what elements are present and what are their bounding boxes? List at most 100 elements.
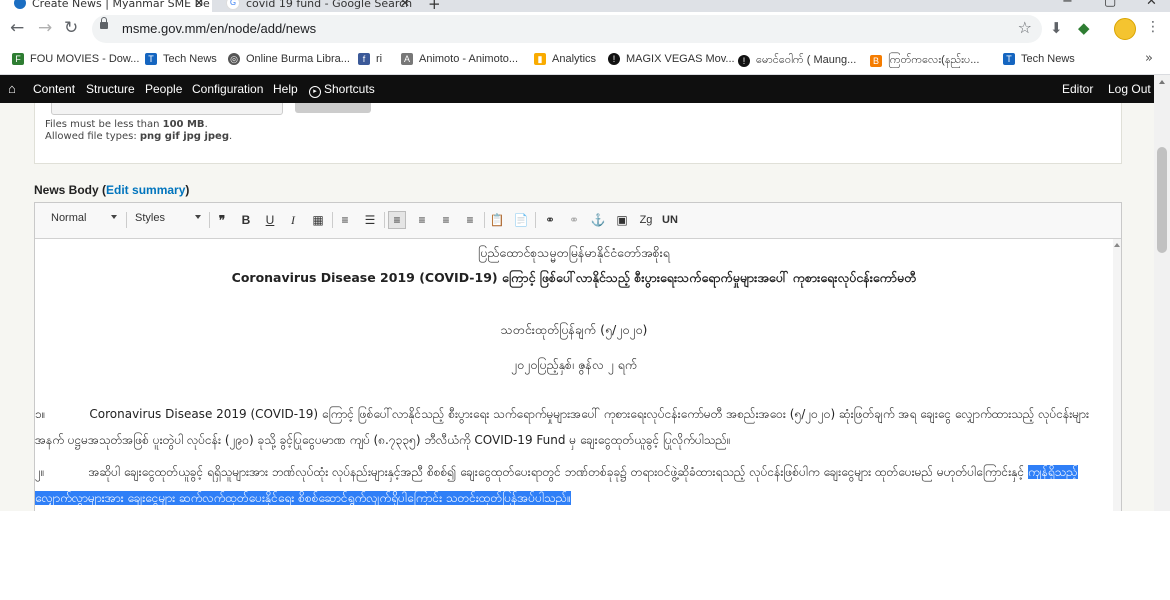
tab-title: Create News | Myanmar SME De: [32, 0, 210, 10]
magix-icon: !: [608, 53, 620, 65]
fm-icon: F: [12, 53, 24, 65]
new-tab-icon[interactable]: +: [428, 0, 441, 12]
editor-content[interactable]: ပြည်ထောင်စုသမ္မတမြန်မာနိုင်ငံတော်အစိုးရ …: [35, 239, 1121, 511]
globe-icon: ◎: [228, 53, 240, 65]
tech-news-icon: T: [145, 53, 157, 65]
underline-icon[interactable]: U: [261, 211, 279, 229]
shortcuts-icon: ▸: [309, 86, 321, 98]
bookmark-star-icon[interactable]: ☆: [1018, 18, 1032, 37]
italic-icon[interactable]: I: [284, 211, 302, 229]
more-menu-icon[interactable]: ⋮: [1146, 19, 1160, 35]
google-icon: G: [226, 0, 240, 10]
page-scrollbar[interactable]: [1154, 75, 1170, 511]
blockquote-icon[interactable]: ❞: [213, 211, 231, 229]
blogger-icon: B: [870, 55, 882, 67]
toolbar-separator: [209, 212, 210, 228]
bookmark-item[interactable]: B ကြတ်ကလေး(နည်းပ...: [870, 53, 979, 69]
back-icon[interactable]: ←: [10, 18, 24, 38]
paste-text-icon[interactable]: 📋: [488, 211, 506, 229]
profile-avatar[interactable]: [1114, 18, 1136, 40]
zawgyi-icon[interactable]: Zg: [637, 211, 655, 229]
table-icon[interactable]: ▦: [309, 211, 327, 229]
download-extension-icon[interactable]: ⬇: [1050, 19, 1063, 37]
bookmarks-overflow-icon[interactable]: »: [1145, 51, 1153, 66]
bookmark-item[interactable]: T Tech News: [145, 53, 217, 65]
maung-icon: !: [738, 55, 750, 67]
lock-icon: [100, 17, 108, 29]
unlink-icon[interactable]: ⚭: [565, 211, 583, 229]
admin-menu-content[interactable]: Content: [33, 82, 75, 96]
bookmark-item[interactable]: ! မောင်ဝေါက် ( Maung...: [738, 53, 856, 69]
align-right-icon[interactable]: ≡: [461, 211, 479, 229]
styles-dropdown[interactable]: Styles: [135, 212, 201, 228]
image-icon[interactable]: ▣: [613, 211, 631, 229]
browser-toolbar: ← → ↻ msme.gov.mm/en/node/add/news ☆ ⬇ ◆…: [0, 12, 1170, 46]
tech-news-icon: T: [1003, 53, 1015, 65]
document-heading: ပြည်ထောင်စုသမ္မတမြန်မာနိုင်ငံတော်အစိုးရ: [478, 245, 670, 260]
scroll-up-icon[interactable]: [1114, 243, 1120, 247]
bookmark-item[interactable]: ◎ Online Burma Libra...: [228, 53, 350, 65]
editor-scrollbar[interactable]: [1113, 239, 1121, 511]
bookmark-item[interactable]: F FOU MOVIES - Dow...: [12, 53, 139, 65]
admin-menu-editor[interactable]: Editor: [1062, 82, 1093, 96]
browser-tab-active[interactable]: Create News | Myanmar SME De ✕: [0, 0, 212, 12]
file-size-help: Files must be less than 100 MB.: [45, 119, 208, 130]
admin-menu-configuration[interactable]: Configuration: [192, 82, 263, 96]
toolbar-separator: [535, 212, 536, 228]
browser-tab[interactable]: G covid 19 fund - Google Search ✕: [212, 0, 418, 12]
admin-menu-shortcuts[interactable]: ▸ Shortcuts: [309, 82, 375, 98]
admin-menu-people[interactable]: People: [145, 82, 182, 96]
admin-menu-logout[interactable]: Log Out: [1108, 82, 1151, 96]
animoto-icon: A: [401, 53, 413, 65]
window-close-icon[interactable]: ✕: [1146, 0, 1157, 9]
scrollbar-thumb[interactable]: [1157, 147, 1167, 253]
bullet-list-icon[interactable]: ☰: [361, 211, 379, 229]
minimize-icon[interactable]: −: [1062, 0, 1073, 9]
toolbar-separator: [384, 212, 385, 228]
choose-file-button[interactable]: [51, 103, 283, 115]
close-icon[interactable]: ✕: [400, 0, 410, 10]
address-bar[interactable]: msme.gov.mm/en/node/add/news ☆: [92, 15, 1042, 43]
file-types-help: Allowed file types: png gif jpg jpeg.: [45, 131, 233, 142]
tab-title: covid 19 fund - Google Search: [246, 0, 413, 10]
paste-word-icon[interactable]: 📄: [512, 211, 530, 229]
toolbar-separator: [332, 212, 333, 228]
admin-menu-structure[interactable]: Structure: [86, 82, 135, 96]
reload-icon[interactable]: ↻: [64, 18, 78, 38]
edit-summary-link[interactable]: Edit summary: [106, 183, 185, 197]
toolbar-separator: [484, 212, 485, 228]
bookmark-item[interactable]: ▮ Analytics: [534, 53, 596, 65]
bookmark-item[interactable]: f ri: [358, 53, 382, 65]
unicode-icon[interactable]: UN: [661, 211, 679, 229]
forward-icon[interactable]: →: [38, 18, 52, 38]
maximize-icon[interactable]: ▢: [1104, 0, 1116, 9]
bookmark-item[interactable]: ! MAGIX VEGAS Mov...: [608, 53, 735, 65]
bold-icon[interactable]: B: [237, 211, 255, 229]
tab-strip: Create News | Myanmar SME De ✕ G covid 1…: [0, 0, 1170, 12]
news-body-label: News Body (Edit summary): [34, 183, 190, 197]
admin-menu-help[interactable]: Help: [273, 82, 298, 96]
format-dropdown[interactable]: Normal: [51, 212, 117, 228]
scroll-up-icon[interactable]: [1159, 80, 1165, 84]
extension-icon[interactable]: ◆: [1078, 19, 1090, 37]
editor-toolbar: Normal Styles ❞ B U I ▦ ≡ ☰ ≡ ≡ ≡ ≡ 📋 📄 …: [35, 203, 1121, 239]
paragraph-1: ၁။ Coronavirus Disease 2019 (COVID-19) ကြ…: [35, 407, 1090, 447]
page-content: Files must be less than 100 MB. Allowed …: [0, 103, 1154, 511]
close-icon[interactable]: ✕: [194, 0, 204, 10]
analytics-icon: ▮: [534, 53, 546, 65]
align-center-icon[interactable]: ≡: [413, 211, 431, 229]
home-icon[interactable]: ⌂: [8, 81, 16, 96]
bookmark-item[interactable]: T Tech News: [1003, 53, 1075, 65]
link-icon[interactable]: ⚭: [541, 211, 559, 229]
upload-button[interactable]: [295, 103, 371, 113]
chevron-down-icon: [111, 215, 117, 219]
align-left-icon[interactable]: ≡: [388, 211, 406, 229]
anchor-icon[interactable]: ⚓: [589, 211, 607, 229]
toolbar-separator: [126, 212, 127, 228]
numbered-list-icon[interactable]: ≡: [336, 211, 354, 229]
chevron-down-icon: [195, 215, 201, 219]
bookmark-item[interactable]: A Animoto - Animoto...: [401, 53, 518, 65]
press-release-date: ၂၀၂၀ပြည့်နှစ်၊ ဇွန်လ ၂ ရက်: [510, 357, 638, 372]
align-justify-icon[interactable]: ≡: [437, 211, 455, 229]
url-text[interactable]: msme.gov.mm/en/node/add/news: [122, 21, 316, 36]
